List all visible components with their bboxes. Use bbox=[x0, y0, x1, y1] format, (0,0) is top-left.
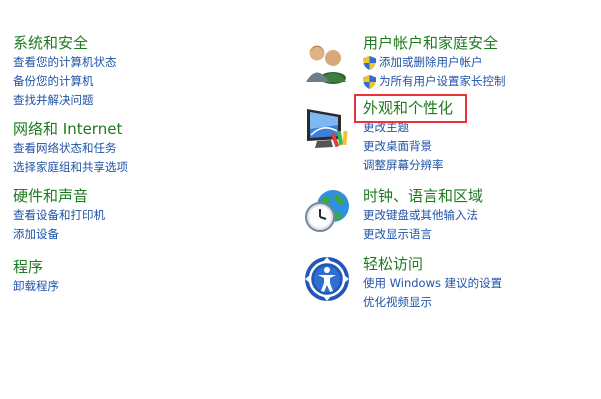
uac-shield-icon bbox=[363, 56, 376, 70]
category-clock-language-region: 时钟、语言和区域 更改键盘或其他输入法 更改显示语言 bbox=[363, 187, 483, 244]
link-parental-controls[interactable]: 为所有用户设置家长控制 bbox=[363, 72, 506, 91]
uac-shield-icon bbox=[363, 75, 376, 89]
ease-of-access-icon[interactable] bbox=[303, 255, 351, 303]
link-find-fix-problems[interactable]: 查找并解决问题 bbox=[13, 91, 117, 110]
category-network-internet: 网络和 Internet 查看网络状态和任务 选择家庭组和共享选项 bbox=[13, 120, 128, 177]
link-view-devices-printers[interactable]: 查看设备和打印机 bbox=[13, 206, 105, 225]
clock-globe-icon[interactable] bbox=[303, 186, 351, 234]
link-adjust-resolution[interactable]: 调整屏幕分辨率 bbox=[363, 156, 453, 175]
link-parental-controls-label: 为所有用户设置家长控制 bbox=[379, 74, 506, 88]
link-homegroup-sharing[interactable]: 选择家庭组和共享选项 bbox=[13, 158, 128, 177]
display-icon[interactable] bbox=[303, 105, 351, 153]
link-add-remove-accounts-label: 添加或删除用户帐户 bbox=[379, 55, 483, 69]
category-system-security: 系统和安全 查看您的计算机状态 备份您的计算机 查找并解决问题 bbox=[13, 34, 117, 110]
category-hardware-sound: 硬件和声音 查看设备和打印机 添加设备 bbox=[13, 187, 105, 244]
category-title-system-security[interactable]: 系统和安全 bbox=[13, 34, 117, 53]
link-uninstall-program[interactable]: 卸载程序 bbox=[13, 277, 59, 296]
link-windows-recommended-settings[interactable]: 使用 Windows 建议的设置 bbox=[363, 274, 502, 293]
link-change-desktop-background[interactable]: 更改桌面背景 bbox=[363, 137, 453, 156]
highlight-box bbox=[354, 94, 467, 123]
link-change-keyboard-input[interactable]: 更改键盘或其他输入法 bbox=[363, 206, 483, 225]
category-title-network-internet[interactable]: 网络和 Internet bbox=[13, 120, 128, 139]
users-icon[interactable] bbox=[303, 36, 351, 84]
link-add-device[interactable]: 添加设备 bbox=[13, 225, 105, 244]
link-optimize-video-display[interactable]: 优化视频显示 bbox=[363, 293, 502, 312]
link-view-computer-status[interactable]: 查看您的计算机状态 bbox=[13, 53, 117, 72]
category-title-clock-language-region[interactable]: 时钟、语言和区域 bbox=[363, 187, 483, 206]
category-title-hardware-sound[interactable]: 硬件和声音 bbox=[13, 187, 105, 206]
link-change-display-language[interactable]: 更改显示语言 bbox=[363, 225, 483, 244]
category-user-accounts: 用户帐户和家庭安全 添加或删除用户帐户 为所有用户设置家长控制 bbox=[363, 34, 506, 91]
category-title-user-accounts[interactable]: 用户帐户和家庭安全 bbox=[363, 34, 506, 53]
category-title-ease-of-access[interactable]: 轻松访问 bbox=[363, 255, 502, 274]
category-title-programs[interactable]: 程序 bbox=[13, 258, 59, 277]
link-add-remove-accounts[interactable]: 添加或删除用户帐户 bbox=[363, 53, 506, 72]
category-programs: 程序 卸载程序 bbox=[13, 258, 59, 296]
link-view-network-status[interactable]: 查看网络状态和任务 bbox=[13, 139, 128, 158]
category-ease-of-access: 轻松访问 使用 Windows 建议的设置 优化视频显示 bbox=[363, 255, 502, 312]
link-backup-computer[interactable]: 备份您的计算机 bbox=[13, 72, 117, 91]
